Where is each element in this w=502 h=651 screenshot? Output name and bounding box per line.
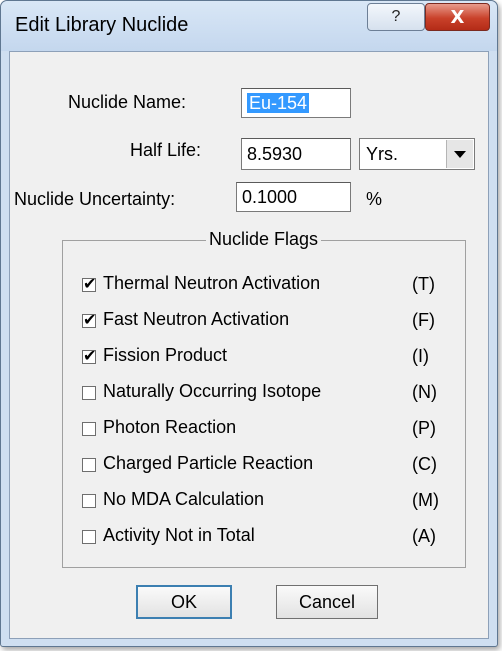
close-icon: X (450, 6, 465, 28)
flag-row[interactable]: ✔ Fission Product (I) (82, 345, 462, 372)
flag-code: (P) (412, 418, 436, 438)
flag-label: Thermal Neutron Activation (103, 273, 321, 293)
flag-label: No MDA Calculation (103, 489, 265, 509)
flag-checkbox[interactable] (82, 494, 96, 508)
help-button[interactable]: ? (367, 3, 425, 31)
flag-row[interactable]: Photon Reaction (P) (82, 417, 462, 444)
flag-code: (F) (412, 310, 435, 330)
nuclide-name-label: Nuclide Name: (68, 92, 187, 112)
flag-label: Photon Reaction (103, 417, 237, 437)
nuclide-name-field[interactable]: Eu-154 (241, 88, 351, 118)
flag-code: (M) (412, 490, 439, 510)
uncertainty-label: Nuclide Uncertainty: (14, 189, 176, 209)
flag-row[interactable]: Activity Not in Total (A) (82, 525, 462, 552)
flag-row[interactable]: Naturally Occurring Isotope (N) (82, 381, 462, 408)
dialog-title: Edit Library Nuclide (15, 14, 189, 36)
cancel-button[interactable]: Cancel (276, 585, 378, 619)
close-button[interactable]: X (425, 3, 490, 31)
flag-code: (N) (412, 382, 437, 402)
flag-checkbox[interactable]: ✔ (82, 274, 96, 293)
flag-label: Fission Product (103, 345, 228, 365)
flag-checkbox[interactable]: ✔ (82, 346, 96, 365)
flag-label: Naturally Occurring Isotope (103, 381, 322, 401)
dropdown-arrow-button[interactable] (446, 140, 473, 168)
flag-checkbox[interactable] (82, 530, 96, 544)
half-life-unit-select[interactable]: Yrs. (359, 138, 475, 170)
flag-row[interactable]: No MDA Calculation (M) (82, 489, 462, 516)
edit-library-nuclide-dialog: Edit Library Nuclide ? X Nuclide Name: E… (0, 0, 498, 647)
flag-checkbox[interactable] (82, 458, 96, 472)
nuclide-name-value: Eu-154 (247, 93, 310, 113)
flag-row[interactable]: ✔ Thermal Neutron Activation (T) (82, 273, 462, 300)
check-icon: ✔ (83, 346, 97, 365)
flag-code: (A) (412, 526, 436, 546)
help-icon: ? (391, 8, 401, 25)
half-life-label: Half Life: (130, 140, 202, 160)
flag-code: (I) (412, 346, 429, 366)
flag-label: Fast Neutron Activation (103, 309, 290, 329)
half-life-field[interactable]: 8.5930 (241, 138, 351, 170)
check-icon: ✔ (83, 274, 97, 293)
title-bar[interactable]: Edit Library Nuclide ? X (1, 1, 497, 51)
flag-code: (T) (412, 274, 435, 294)
uncertainty-field[interactable]: 0.1000 (236, 182, 351, 212)
chevron-down-icon (454, 150, 466, 158)
uncertainty-unit: % (366, 189, 383, 209)
nuclide-flags-title: Nuclide Flags (206, 229, 322, 250)
check-icon: ✔ (83, 310, 97, 329)
ok-button[interactable]: OK (136, 585, 232, 619)
half-life-unit-value: Yrs. (366, 144, 399, 164)
flag-checkbox[interactable] (82, 386, 96, 400)
flag-code: (C) (412, 454, 437, 474)
flag-label: Activity Not in Total (103, 525, 255, 545)
dialog-body: Nuclide Name: Eu-154 Half Life: 8.5930 Y… (9, 51, 489, 639)
flag-checkbox[interactable] (82, 422, 96, 436)
flag-row[interactable]: ✔ Fast Neutron Activation (F) (82, 309, 462, 336)
flag-checkbox[interactable]: ✔ (82, 310, 96, 329)
flag-row[interactable]: Charged Particle Reaction (C) (82, 453, 462, 480)
flag-label: Charged Particle Reaction (103, 453, 314, 473)
